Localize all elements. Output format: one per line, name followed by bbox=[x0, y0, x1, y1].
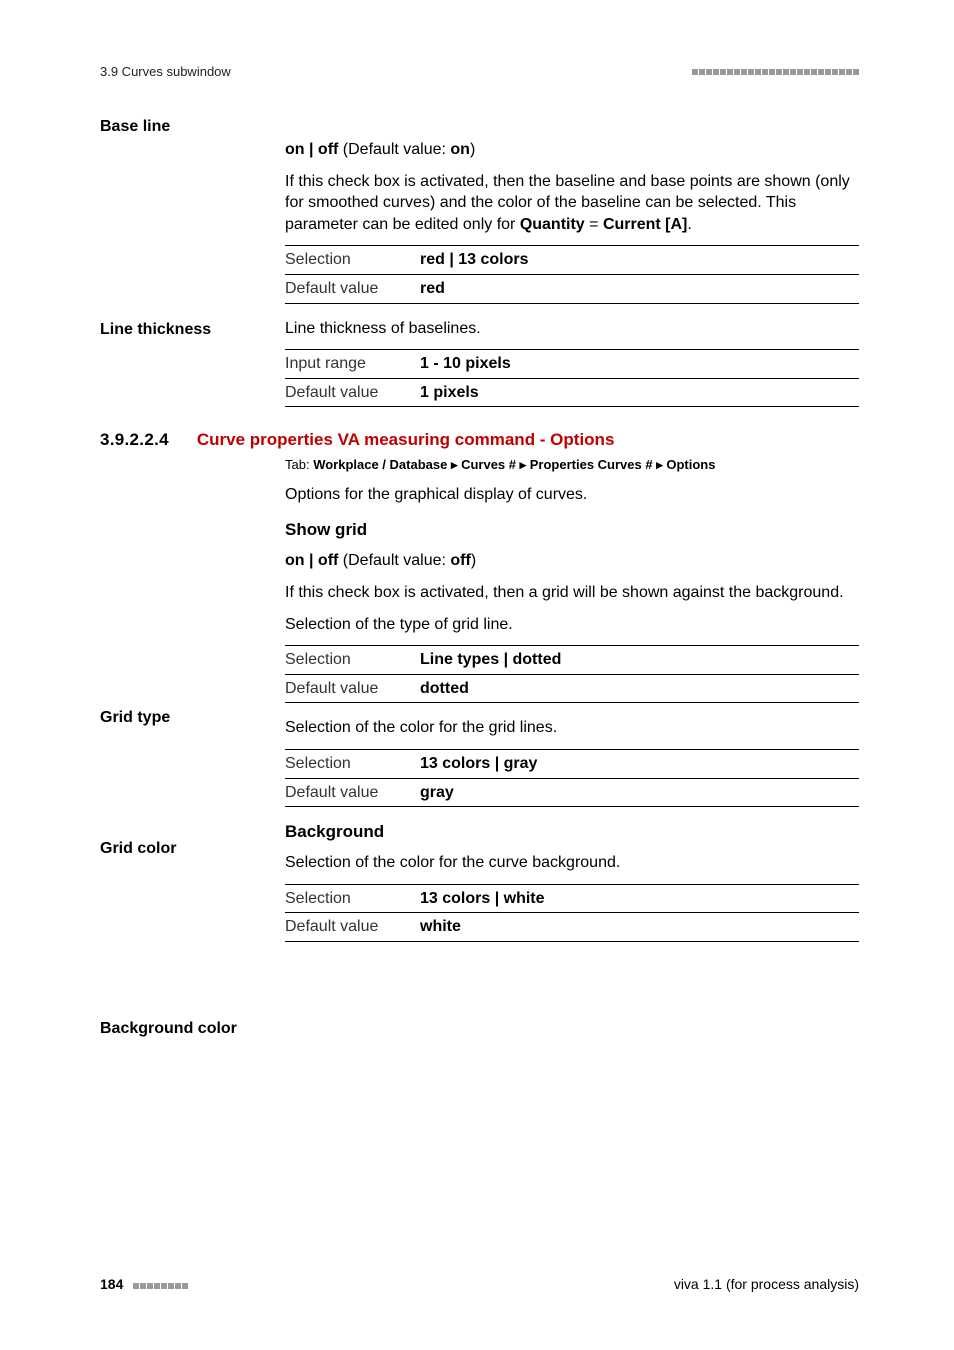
label-bgcolor: Background color bbox=[100, 1018, 237, 1040]
section-heading: 3.9.2.2.4 Curve properties VA measuring … bbox=[100, 429, 859, 452]
gridcolor-table: Selection13 colors | gray Default valueg… bbox=[285, 749, 859, 807]
section-number: 3.9.2.2.4 bbox=[100, 429, 169, 452]
gridtype-desc: Selection of the type of grid line. bbox=[285, 614, 859, 636]
footer-left: 184 bbox=[100, 1276, 189, 1292]
showgrid-desc: If this check box is activated, then a g… bbox=[285, 582, 859, 604]
subhead-background: Background bbox=[285, 821, 859, 844]
linethickness-desc: Line thickness of baselines. bbox=[285, 318, 859, 340]
label-linethickness: Line thickness bbox=[100, 319, 211, 341]
baseline-desc: If this check box is activated, then the… bbox=[285, 171, 859, 236]
linethickness-table: Input range1 - 10 pixels Default value1 … bbox=[285, 349, 859, 407]
running-header: 3.9 Curves subwindow bbox=[100, 64, 859, 79]
header-left: 3.9 Curves subwindow bbox=[100, 64, 231, 79]
label-gridtype: Grid type bbox=[100, 707, 170, 729]
showgrid-toggle: on | off (Default value: off) bbox=[285, 550, 859, 572]
page-number: 184 bbox=[100, 1276, 123, 1292]
header-ornament bbox=[692, 69, 859, 75]
baseline-toggle: on | off (Default value: on) bbox=[285, 139, 859, 161]
bgcolor-table: Selection13 colors | white Default value… bbox=[285, 884, 859, 942]
section-intro: Options for the graphical display of cur… bbox=[285, 484, 859, 506]
subhead-showgrid: Show grid bbox=[285, 519, 859, 542]
gridcolor-desc: Selection of the color for the grid line… bbox=[285, 717, 859, 739]
section-tabline: Tab: Workplace / Database ▸ Curves # ▸ P… bbox=[285, 456, 859, 474]
page-footer: 184 viva 1.1 (for process analysis) bbox=[100, 1276, 859, 1292]
label-baseline: Base line bbox=[100, 116, 170, 138]
gridtype-table: SelectionLine types | dotted Default val… bbox=[285, 645, 859, 703]
section-title: Curve properties VA measuring command - … bbox=[197, 429, 615, 452]
footer-right: viva 1.1 (for process analysis) bbox=[674, 1276, 859, 1292]
footer-ornament bbox=[133, 1276, 189, 1292]
document-body: Base line on | off (Default value: on) I… bbox=[100, 107, 859, 942]
label-gridcolor: Grid color bbox=[100, 838, 176, 860]
bgcolor-desc: Selection of the color for the curve bac… bbox=[285, 852, 859, 874]
baseline-table: Selectionred | 13 colors Default valuere… bbox=[285, 245, 859, 303]
